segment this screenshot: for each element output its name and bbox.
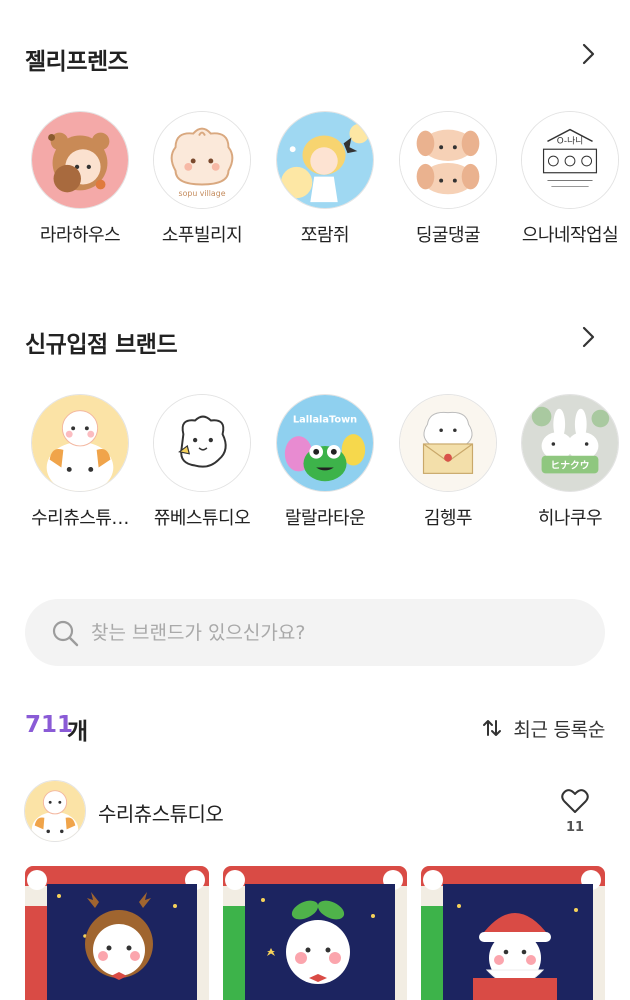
logo-text: O-나니 [557, 135, 584, 146]
jelly-friends-header: 젤리프렌즈 [0, 36, 630, 76]
brand-logo-envelope-dog [399, 394, 497, 492]
sort-arrows-icon [483, 720, 502, 736]
brand-logo-lallala-town: LallalaTown [276, 394, 374, 492]
new-brands-list: 수리츄스튜… 쮸베스튜디오 LallalaTown 랄랄라타운 김헹푸 ヒナクウ… [0, 394, 630, 534]
santa-sticker-image [421, 866, 605, 1000]
product-thumbnail[interactable] [421, 866, 605, 1000]
brand-item[interactable]: 딩굴댕굴 [388, 111, 508, 251]
brand-item[interactable]: 수리츄스튜… [20, 394, 140, 534]
brand-name: 쪼람쥐 [300, 225, 350, 246]
heart-icon [561, 789, 589, 813]
new-brands-header: 신규입점 브랜드 [0, 319, 630, 359]
chevron-right-icon[interactable] [574, 40, 602, 68]
sort-label: 최근 등록순 [513, 718, 605, 741]
brand-logo-blonde-girl [276, 111, 374, 209]
brand-logo-onane-studio: O-나니 [521, 111, 619, 209]
section-title: 신규입점 브랜드 [25, 332, 178, 358]
like-button[interactable]: 11 [558, 788, 592, 838]
brand-item[interactable]: sopu village 소푸빌리지 [142, 111, 262, 251]
brand-logo-calico-cat [31, 394, 129, 492]
logo-text: sopu village [178, 189, 225, 198]
avatar [24, 780, 86, 842]
brand-logo-white-creature [153, 394, 251, 492]
sort-button[interactable]: 최근 등록순 [481, 714, 605, 742]
brand-name: 김헹푸 [423, 508, 473, 529]
search-icon [51, 619, 79, 647]
brand-item[interactable]: O-나니 으나네작업실 [510, 111, 630, 251]
result-count: 711 [25, 712, 74, 738]
brand-name: 으나네작업실 [521, 225, 619, 246]
brand-item[interactable]: 김헹푸 [388, 394, 508, 534]
brand-name: 히나쿠우 [537, 508, 603, 529]
product-thumbnail[interactable] [25, 866, 209, 1000]
brand-name: 수리츄스튜디오 [98, 802, 224, 826]
brand-search-bar[interactable] [25, 599, 605, 666]
result-count-unit: 개 [67, 719, 89, 745]
brand-name: 소푸빌리지 [161, 225, 243, 246]
results-summary: 711 개 최근 등록순 [0, 706, 630, 746]
product-thumbnail[interactable] [223, 866, 407, 1000]
section-title: 젤리프렌즈 [25, 49, 129, 75]
brand-item[interactable]: 라라하우스 [20, 111, 140, 251]
brand-logo-bunnies: ヒナクウ [521, 394, 619, 492]
like-count: 11 [565, 820, 585, 835]
logo-text: LallalaTown [293, 414, 357, 425]
jelly-friends-brand-list: 라라하우스 sopu village 소푸빌리지 쪼람쥐 딩굴댕굴 O-나니 으… [0, 111, 630, 251]
brand-name: 딩굴댕굴 [415, 225, 481, 246]
brand-item[interactable]: LallalaTown 랄랄라타운 [265, 394, 385, 534]
brand-logo-puppy-face [399, 111, 497, 209]
brand-item[interactable]: 쮸베스튜디오 [142, 394, 262, 534]
brand-item[interactable]: ヒナクウ 히나쿠우 [510, 394, 630, 534]
chevron-right-icon[interactable] [574, 323, 602, 351]
sprout-sticker-image [223, 866, 407, 1000]
brand-logo-sopu-village: sopu village [153, 111, 251, 209]
brand-item[interactable]: 쪼람쥐 [265, 111, 385, 251]
brand-name: 수리츄스튜… [31, 508, 129, 529]
brand-name: 라라하우스 [39, 225, 121, 246]
logo-text: ヒナクウ [550, 459, 589, 471]
search-input[interactable] [91, 599, 571, 666]
brand-card-header[interactable]: 수리츄스튜디오 11 [0, 778, 630, 842]
brand-name: 쮸베스튜디오 [153, 508, 251, 529]
reindeer-sticker-image [25, 866, 209, 1000]
brand-name: 랄랄라타운 [284, 508, 366, 529]
brand-logo-bear-costume [31, 111, 129, 209]
